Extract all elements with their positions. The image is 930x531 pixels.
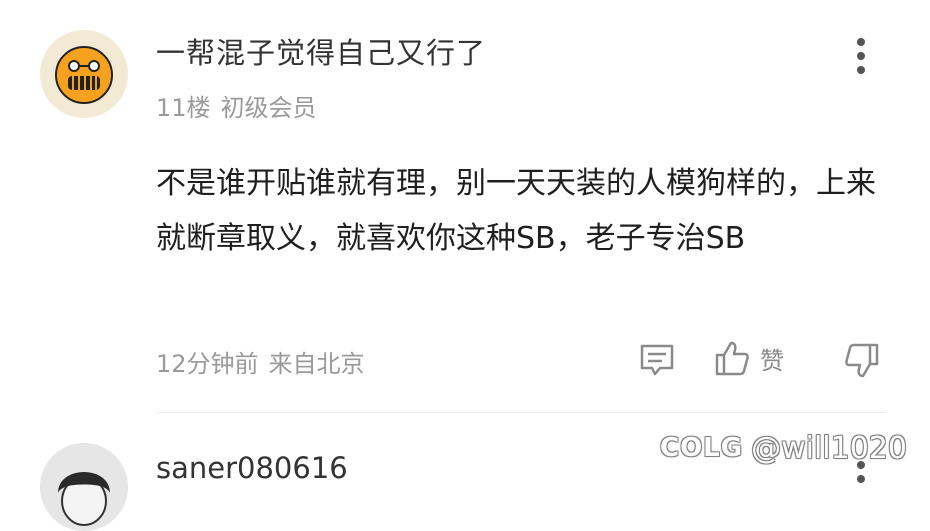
comment-body: 不是谁开贴谁就有理，别一天天装的人模狗样的，上来就断章取义，就喜欢你这种SB，老… [156, 166, 876, 256]
grinning-face-avatar-icon [55, 46, 113, 104]
like-button[interactable]: 赞 [714, 338, 784, 378]
username[interactable]: saner080616 [156, 451, 348, 485]
watermark: COLG @will1020 [660, 428, 907, 468]
person-avatar-icon [40, 443, 128, 531]
dislike-button[interactable] [840, 340, 880, 380]
more-dot-icon [857, 52, 865, 60]
member-level: 初级会员 [220, 94, 317, 122]
user-meta: 11楼 初级会员 [156, 88, 317, 123]
thumbs-up-icon [715, 341, 749, 376]
floor-number: 11楼 [156, 94, 211, 122]
comment-footer-meta: 12分钟前 来自北京 [156, 344, 365, 379]
watermark-handle: @will1020 [751, 430, 907, 466]
reply-icon [640, 344, 674, 376]
more-dot-icon [857, 475, 865, 483]
user-avatar[interactable] [40, 30, 128, 118]
watermark-logo: COLG [660, 433, 744, 463]
like-label: 赞 [760, 346, 784, 375]
comment-location: 来自北京 [268, 350, 365, 378]
more-options-button[interactable] [848, 38, 874, 78]
comment-item: 一帮混子觉得自己又行了 11楼 初级会员 不是谁开贴谁就有理，别一天天装的人模狗样… [0, 0, 930, 413]
comment-time: 12分钟前 [156, 350, 259, 378]
username[interactable]: 一帮混子觉得自己又行了 [156, 30, 486, 72]
more-dot-icon [857, 66, 865, 74]
reply-button[interactable] [638, 342, 676, 378]
thumbs-down-icon [845, 343, 879, 378]
user-avatar[interactable] [40, 443, 128, 531]
more-dot-icon [857, 38, 865, 46]
